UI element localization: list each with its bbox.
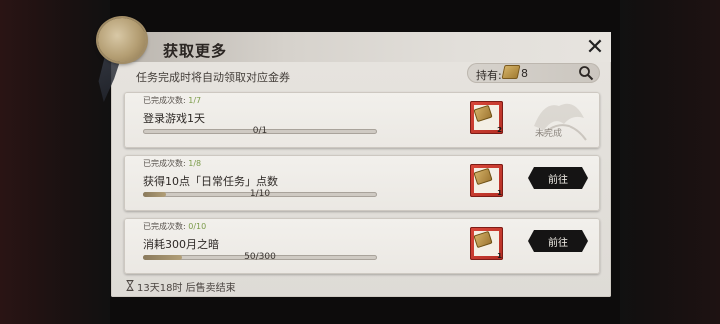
task-card-login: 已完成次数: 1/7 登录游戏1天 0/1 2 未完成: [124, 92, 600, 148]
holding-label: 持有:: [476, 69, 502, 82]
task-card-consume: 已完成次数: 0/10 消耗300月之暗 50/300 1 前往: [124, 218, 600, 274]
progress-text: 50/300: [244, 252, 276, 262]
close-icon[interactable]: ✕: [584, 37, 606, 59]
status-text: 未完成: [535, 129, 563, 139]
reward-quantity: 1: [497, 189, 502, 197]
backdrop-left: [0, 0, 110, 324]
holding-count: 8: [521, 67, 528, 80]
backdrop-right: [620, 0, 720, 324]
progress-text: 0/1: [252, 126, 268, 136]
done-count-label: 已完成次数:: [143, 96, 186, 105]
done-count: 已完成次数: 0/10: [143, 221, 206, 232]
dialog-subtitle: 任务完成时将自动领取对应金券: [136, 71, 290, 84]
reward-item[interactable]: 2: [470, 101, 503, 134]
task-name: 登录游戏1天: [143, 112, 205, 125]
dialog-title: 获取更多: [163, 42, 228, 60]
goto-button[interactable]: 前往: [528, 230, 588, 252]
done-count: 已完成次数: 1/7: [143, 95, 201, 106]
search-icon[interactable]: [578, 65, 594, 81]
done-count-value: 0/10: [188, 222, 207, 231]
done-count-value: 1/7: [188, 96, 202, 105]
hourglass-icon: [126, 280, 134, 291]
done-count-label: 已完成次数:: [143, 159, 186, 168]
sale-timer: 13天18时 后售卖结束: [137, 283, 236, 294]
reward-item[interactable]: 1: [470, 164, 503, 197]
done-count-value: 1/8: [188, 159, 202, 168]
reward-quantity: 2: [497, 126, 502, 134]
task-name: 获得10点「日常任务」点数: [143, 175, 278, 188]
task-name: 消耗300月之暗: [143, 238, 219, 251]
progress-text: 1/10: [249, 189, 271, 199]
reward-item[interactable]: 1: [470, 227, 503, 260]
task-card-daily: 已完成次数: 1/8 获得10点「日常任务」点数 1/10 1 前往: [124, 155, 600, 211]
ticket-icon: [501, 65, 521, 79]
done-count-label: 已完成次数:: [143, 222, 186, 231]
done-count: 已完成次数: 1/8: [143, 158, 201, 169]
wax-seal-icon: [98, 18, 146, 62]
reward-quantity: 1: [497, 252, 502, 260]
goto-button[interactable]: 前往: [528, 167, 588, 189]
